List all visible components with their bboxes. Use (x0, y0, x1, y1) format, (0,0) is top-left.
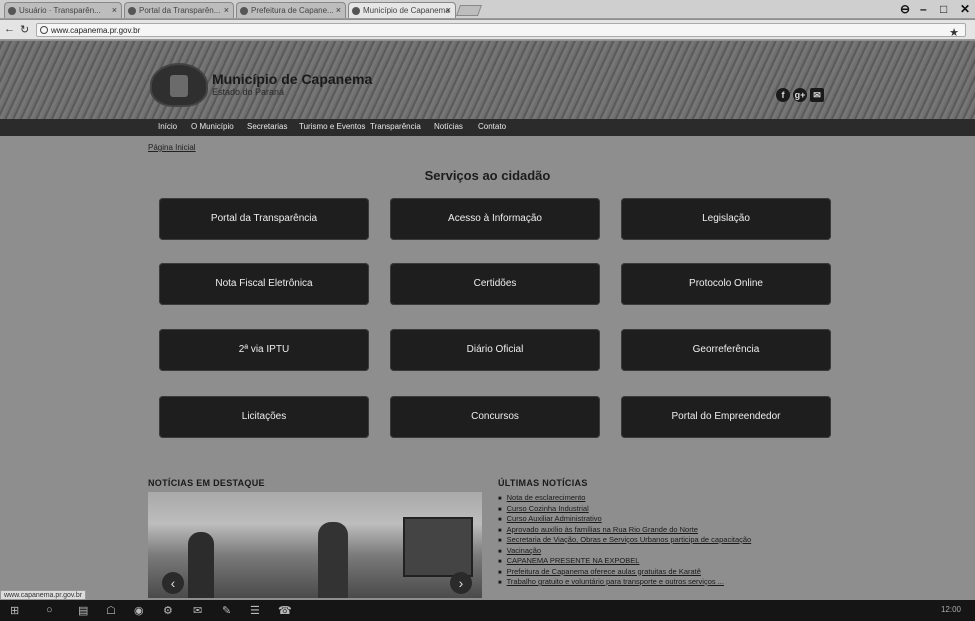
service-button[interactable]: Legislação (621, 198, 831, 240)
maximize-button[interactable]: □ (940, 2, 947, 16)
facebook-icon[interactable]: f (776, 88, 790, 102)
google-plus-icon[interactable]: g+ (793, 88, 807, 102)
nav-item-inicio[interactable]: Início (158, 122, 177, 131)
service-button[interactable]: Acesso à Informação (390, 198, 600, 240)
settings-icon[interactable]: ⚙ (163, 604, 173, 617)
browser-icon[interactable]: ◉ (134, 604, 144, 617)
news-link[interactable]: CAPANEMA PRESENTE NA EXPOBEL (498, 556, 828, 567)
mail-icon[interactable]: ✉ (193, 604, 202, 617)
nav-item-municipio[interactable]: O Município (191, 122, 234, 131)
nav-item-secretarias[interactable]: Secretarias (247, 122, 287, 131)
service-button[interactable]: Licitações (159, 396, 369, 438)
service-button[interactable]: Diário Oficial (390, 329, 600, 371)
site-title[interactable]: Município de Capanema (212, 71, 372, 87)
link-status-bar: www.capanema.pr.gov.br (0, 590, 87, 600)
close-tab-icon[interactable]: × (446, 5, 451, 15)
app-icon[interactable]: ☰ (250, 604, 260, 617)
nav-item-contato[interactable]: Contato (478, 122, 506, 131)
site-header: Município de Capanema Estado do Paraná f… (0, 41, 975, 119)
news-link[interactable]: Vacinação (498, 546, 828, 557)
service-button[interactable]: Georreferência (621, 329, 831, 371)
close-window-button[interactable]: ✕ (960, 2, 970, 16)
service-button[interactable]: Certidões (390, 263, 600, 305)
featured-news-heading: NOTÍCIAS EM DESTAQUE (148, 478, 265, 488)
email-icon[interactable]: ✉ (810, 88, 824, 102)
close-tab-icon[interactable]: × (336, 5, 341, 15)
nav-item-turismo[interactable]: Turismo e Eventos (299, 122, 365, 131)
browser-tab[interactable]: Prefeitura de Capane... × (236, 2, 346, 18)
nav-item-noticias[interactable]: Notícias (434, 122, 463, 131)
tab-label: Portal da Transparên... (139, 6, 221, 15)
news-link[interactable]: Secretaria de Viação, Obras e Serviços U… (498, 535, 828, 546)
news-link[interactable]: Prefeitura de Capanema oferece aulas gra… (498, 567, 828, 578)
reload-icon[interactable]: ↻ (20, 23, 29, 36)
new-tab-button[interactable] (455, 5, 483, 16)
search-icon[interactable]: ○ (46, 604, 53, 616)
tab-favicon-icon (352, 7, 360, 15)
latest-news-list: Nota de esclarecimento Curso Cozinha Ind… (498, 493, 828, 588)
news-link[interactable]: Curso Auxiliar Administrativo (498, 514, 828, 525)
news-link[interactable]: Curso Cozinha Industrial (498, 504, 828, 515)
url-input[interactable]: www.capanema.pr.gov.br ★ (36, 23, 966, 39)
service-button[interactable]: Portal do Empreendedor (621, 396, 831, 438)
tab-label: Usuário · Transparên... (19, 6, 101, 15)
task-view-icon[interactable]: ▤ (78, 604, 88, 617)
phone-icon[interactable]: ☎ (278, 604, 292, 617)
bookmark-star-icon[interactable]: ★ (949, 26, 959, 39)
latest-news-heading: ÚLTIMAS NOTÍCIAS (498, 478, 588, 488)
file-explorer-icon[interactable]: ☖ (106, 604, 116, 617)
news-link[interactable]: Aprovado auxílio às famílias na Rua Rio … (498, 525, 828, 536)
carousel-prev-arrow-icon[interactable]: ‹ (162, 572, 184, 594)
tab-favicon-icon (240, 7, 248, 15)
back-arrow-icon[interactable]: ← (4, 23, 15, 35)
news-link[interactable]: Nota de esclarecimento (498, 493, 828, 504)
browser-tab-active[interactable]: Município de Capanema × (348, 2, 456, 18)
minimize-button[interactable]: – (920, 2, 927, 16)
address-bar-row: ← ↻ www.capanema.pr.gov.br ★ (0, 20, 975, 40)
main-navigation: Início O Município Secretarias Turismo e… (0, 119, 975, 136)
service-button[interactable]: Concursos (390, 396, 600, 438)
service-button[interactable]: 2ª via IPTU (159, 329, 369, 371)
browser-tab-bar: Usuário · Transparên... × Portal da Tran… (0, 0, 975, 19)
photo-person (188, 532, 214, 598)
carousel-next-arrow-icon[interactable]: › (450, 572, 472, 594)
start-menu-icon[interactable]: ⊞ (10, 604, 19, 617)
tab-label: Prefeitura de Capane... (251, 6, 334, 15)
taskbar-clock[interactable]: 12:00 (941, 605, 961, 614)
municipal-crest-logo[interactable] (150, 63, 208, 107)
service-button[interactable]: Nota Fiscal Eletrônica (159, 263, 369, 305)
tab-favicon-icon (8, 7, 16, 15)
service-button[interactable]: Protocolo Online (621, 263, 831, 305)
service-button[interactable]: Portal da Transparência (159, 198, 369, 240)
tab-label: Município de Capanema (363, 6, 450, 15)
tab-favicon-icon (128, 7, 136, 15)
nav-item-transparencia[interactable]: Transparência (370, 122, 421, 131)
browser-tab[interactable]: Portal da Transparên... × (124, 2, 234, 18)
site-info-icon[interactable] (40, 26, 48, 34)
featured-news-photo[interactable] (148, 492, 482, 598)
profile-icon[interactable]: ⊖ (900, 2, 910, 16)
photo-person (318, 522, 348, 598)
services-title: Serviços ao cidadão (424, 168, 551, 183)
url-text: www.capanema.pr.gov.br (51, 26, 141, 35)
close-tab-icon[interactable]: × (112, 5, 117, 15)
close-tab-icon[interactable]: × (224, 5, 229, 15)
site-subtitle: Estado do Paraná (212, 87, 285, 97)
breadcrumb[interactable]: Página Inicial (148, 143, 196, 152)
news-link[interactable]: Trabalho gratuito e voluntário para tran… (498, 577, 828, 588)
os-taskbar: ⊞ ○ ▤ ☖ ◉ ⚙ ✉ ✎ ☰ ☎ 12:00 (0, 600, 975, 621)
editor-icon[interactable]: ✎ (222, 604, 231, 617)
photo-screen (403, 517, 473, 577)
browser-tab[interactable]: Usuário · Transparên... × (4, 2, 122, 18)
